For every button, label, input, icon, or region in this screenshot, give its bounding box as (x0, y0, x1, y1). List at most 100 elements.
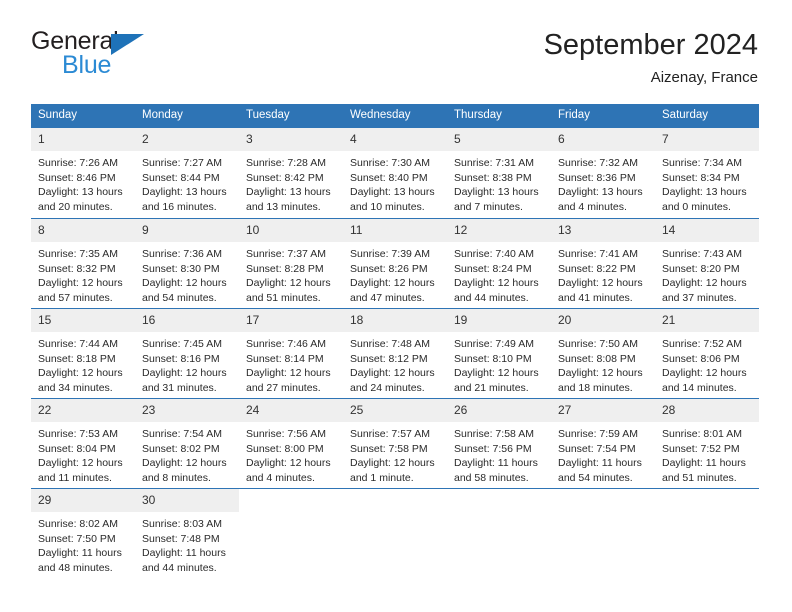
day-details: Sunrise: 7:58 AM Sunset: 7:56 PM Dayligh… (447, 422, 551, 485)
day-details: Sunrise: 7:57 AM Sunset: 7:58 PM Dayligh… (343, 422, 447, 485)
sunset-text: Sunset: 7:52 PM (662, 442, 740, 455)
weekday-header-row: Sunday Monday Tuesday Wednesday Thursday… (31, 104, 759, 128)
day-cell[interactable]: 27 Sunrise: 7:59 AM Sunset: 7:54 PM Dayl… (551, 399, 655, 488)
day-details: Sunrise: 7:59 AM Sunset: 7:54 PM Dayligh… (551, 422, 655, 485)
day-cell[interactable]: 22 Sunrise: 7:53 AM Sunset: 8:04 PM Dayl… (31, 399, 135, 488)
daylight-text-line2: and 27 minutes. (246, 381, 321, 394)
day-cell[interactable]: 6 Sunrise: 7:32 AM Sunset: 8:36 PM Dayli… (551, 128, 655, 218)
day-cell[interactable]: 28 Sunrise: 8:01 AM Sunset: 7:52 PM Dayl… (655, 399, 759, 488)
sunrise-text: Sunrise: 7:31 AM (454, 157, 534, 169)
day-cell[interactable]: 14 Sunrise: 7:43 AM Sunset: 8:20 PM Dayl… (655, 219, 759, 308)
day-cell[interactable]: 21 Sunrise: 7:52 AM Sunset: 8:06 PM Dayl… (655, 309, 759, 398)
sunrise-text: Sunrise: 7:30 AM (350, 157, 430, 169)
weekday-header-friday: Friday (558, 109, 590, 121)
day-details: Sunrise: 7:34 AM Sunset: 8:34 PM Dayligh… (655, 151, 759, 214)
sunrise-text: Sunrise: 7:40 AM (454, 248, 534, 260)
daylight-text-line2: and 11 minutes. (38, 471, 112, 484)
day-cell[interactable]: 8 Sunrise: 7:35 AM Sunset: 8:32 PM Dayli… (31, 219, 135, 308)
daylight-text-line1: Daylight: 13 hours (350, 186, 435, 199)
day-details: Sunrise: 7:30 AM Sunset: 8:40 PM Dayligh… (343, 151, 447, 214)
day-number (655, 489, 759, 512)
week-row: 22 Sunrise: 7:53 AM Sunset: 8:04 PM Dayl… (31, 398, 759, 488)
day-cell[interactable]: 26 Sunrise: 7:58 AM Sunset: 7:56 PM Dayl… (447, 399, 551, 488)
weekday-header-tuesday: Tuesday (246, 109, 290, 121)
brand-logo[interactable]: General Blue (31, 28, 261, 90)
sunrise-text: Sunrise: 7:35 AM (38, 248, 118, 260)
day-number: 20 (551, 309, 655, 332)
day-cell[interactable]: 1 Sunrise: 7:26 AM Sunset: 8:46 PM Dayli… (31, 128, 135, 218)
day-cell[interactable]: 15 Sunrise: 7:44 AM Sunset: 8:18 PM Dayl… (31, 309, 135, 398)
weekday-header-monday: Monday (142, 109, 183, 121)
sunrise-text: Sunrise: 8:01 AM (662, 428, 742, 440)
day-cell[interactable]: 19 Sunrise: 7:49 AM Sunset: 8:10 PM Dayl… (447, 309, 551, 398)
daylight-text-line1: Daylight: 11 hours (558, 457, 642, 470)
day-number: 27 (551, 399, 655, 422)
page-header: General Blue September 2024 Aizenay, Fra… (31, 28, 758, 98)
sunrise-text: Sunrise: 7:56 AM (246, 428, 326, 440)
day-cell[interactable]: 16 Sunrise: 7:45 AM Sunset: 8:16 PM Dayl… (135, 309, 239, 398)
day-cell[interactable]: 12 Sunrise: 7:40 AM Sunset: 8:24 PM Dayl… (447, 219, 551, 308)
day-number: 23 (135, 399, 239, 422)
daylight-text-line1: Daylight: 12 hours (350, 277, 435, 290)
day-cell-empty (655, 489, 759, 577)
sunset-text: Sunset: 8:42 PM (246, 171, 324, 184)
sunset-text: Sunset: 8:20 PM (662, 262, 740, 275)
day-details: Sunrise: 8:01 AM Sunset: 7:52 PM Dayligh… (655, 422, 759, 485)
day-number: 19 (447, 309, 551, 332)
daylight-text-line2: and 47 minutes. (350, 291, 425, 304)
daylight-text-line2: and 24 minutes. (350, 381, 425, 394)
calendar-grid: Sunday Monday Tuesday Wednesday Thursday… (31, 104, 759, 578)
day-details: Sunrise: 7:46 AM Sunset: 8:14 PM Dayligh… (239, 332, 343, 395)
day-details: Sunrise: 7:32 AM Sunset: 8:36 PM Dayligh… (551, 151, 655, 214)
day-cell[interactable]: 11 Sunrise: 7:39 AM Sunset: 8:26 PM Dayl… (343, 219, 447, 308)
day-cell[interactable]: 13 Sunrise: 7:41 AM Sunset: 8:22 PM Dayl… (551, 219, 655, 308)
daylight-text-line1: Daylight: 12 hours (246, 277, 331, 290)
daylight-text-line1: Daylight: 12 hours (454, 277, 539, 290)
daylight-text-line2: and 8 minutes. (142, 471, 211, 484)
day-cell[interactable]: 24 Sunrise: 7:56 AM Sunset: 8:00 PM Dayl… (239, 399, 343, 488)
daylight-text-line1: Daylight: 11 hours (662, 457, 746, 470)
day-cell-empty (343, 489, 447, 577)
day-cell[interactable]: 10 Sunrise: 7:37 AM Sunset: 8:28 PM Dayl… (239, 219, 343, 308)
day-cell[interactable]: 7 Sunrise: 7:34 AM Sunset: 8:34 PM Dayli… (655, 128, 759, 218)
daylight-text-line1: Daylight: 13 hours (454, 186, 539, 199)
day-details: Sunrise: 7:41 AM Sunset: 8:22 PM Dayligh… (551, 242, 655, 305)
day-cell[interactable]: 17 Sunrise: 7:46 AM Sunset: 8:14 PM Dayl… (239, 309, 343, 398)
day-number: 28 (655, 399, 759, 422)
sunset-text: Sunset: 8:24 PM (454, 262, 532, 275)
day-cell[interactable]: 30 Sunrise: 8:03 AM Sunset: 7:48 PM Dayl… (135, 489, 239, 577)
sunrise-text: Sunrise: 7:59 AM (558, 428, 638, 440)
daylight-text-line2: and 13 minutes. (246, 200, 321, 213)
sunset-text: Sunset: 8:46 PM (38, 171, 116, 184)
day-cell[interactable]: 20 Sunrise: 7:50 AM Sunset: 8:08 PM Dayl… (551, 309, 655, 398)
sunset-text: Sunset: 8:16 PM (142, 352, 220, 365)
day-cell[interactable]: 2 Sunrise: 7:27 AM Sunset: 8:44 PM Dayli… (135, 128, 239, 218)
day-cell[interactable]: 9 Sunrise: 7:36 AM Sunset: 8:30 PM Dayli… (135, 219, 239, 308)
weekday-header-wednesday: Wednesday (350, 109, 411, 121)
day-cell[interactable]: 4 Sunrise: 7:30 AM Sunset: 8:40 PM Dayli… (343, 128, 447, 218)
day-cell[interactable]: 29 Sunrise: 8:02 AM Sunset: 7:50 PM Dayl… (31, 489, 135, 577)
sunrise-text: Sunrise: 7:50 AM (558, 338, 638, 350)
sunrise-text: Sunrise: 7:28 AM (246, 157, 326, 169)
daylight-text-line2: and 18 minutes. (558, 381, 633, 394)
daylight-text-line1: Daylight: 12 hours (350, 457, 435, 470)
sunrise-text: Sunrise: 7:48 AM (350, 338, 430, 350)
daylight-text-line1: Daylight: 13 hours (142, 186, 227, 199)
sunset-text: Sunset: 8:08 PM (558, 352, 636, 365)
day-cell[interactable]: 18 Sunrise: 7:48 AM Sunset: 8:12 PM Dayl… (343, 309, 447, 398)
day-cell[interactable]: 5 Sunrise: 7:31 AM Sunset: 8:38 PM Dayli… (447, 128, 551, 218)
day-cell[interactable]: 25 Sunrise: 7:57 AM Sunset: 7:58 PM Dayl… (343, 399, 447, 488)
day-cell[interactable]: 23 Sunrise: 7:54 AM Sunset: 8:02 PM Dayl… (135, 399, 239, 488)
day-number: 29 (31, 489, 135, 512)
daylight-text-line2: and 7 minutes. (454, 200, 523, 213)
daylight-text-line2: and 20 minutes. (38, 200, 113, 213)
week-row: 15 Sunrise: 7:44 AM Sunset: 8:18 PM Dayl… (31, 308, 759, 398)
daylight-text-line1: Daylight: 12 hours (38, 367, 123, 380)
daylight-text-line2: and 48 minutes. (38, 561, 113, 574)
sunset-text: Sunset: 8:44 PM (142, 171, 220, 184)
daylight-text-line1: Daylight: 12 hours (142, 457, 227, 470)
daylight-text-line2: and 10 minutes. (350, 200, 425, 213)
day-cell[interactable]: 3 Sunrise: 7:28 AM Sunset: 8:42 PM Dayli… (239, 128, 343, 218)
weekday-header-sunday: Sunday (38, 109, 78, 121)
day-number: 7 (655, 128, 759, 151)
